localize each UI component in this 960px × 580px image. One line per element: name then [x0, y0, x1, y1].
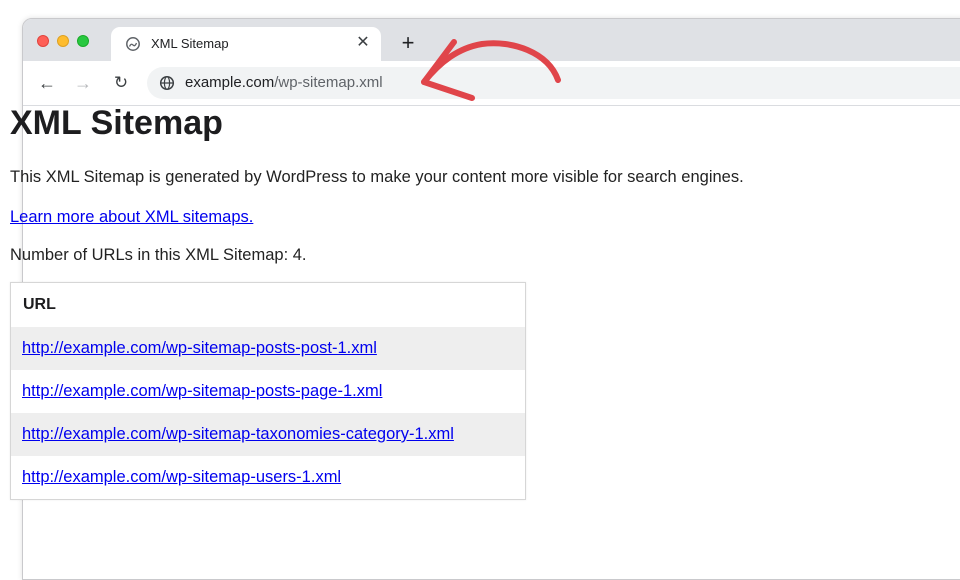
table-row: http://example.com/wp-sitemap-posts-post…: [11, 327, 525, 370]
browser-toolbar: ← → ↻ example.com/wp-sitemap.xml: [23, 61, 960, 106]
table-header-url: URL: [23, 296, 56, 313]
forward-arrow-icon[interactable]: →: [71, 71, 95, 95]
minimize-window-button[interactable]: [57, 35, 69, 47]
sitemap-table: URL http://example.com/wp-sitemap-posts-…: [10, 282, 526, 500]
page-description: This XML Sitemap is generated by WordPre…: [10, 168, 744, 186]
sitemap-link[interactable]: http://example.com/wp-sitemap-posts-page…: [22, 382, 382, 400]
table-row: http://example.com/wp-sitemap-users-1.xm…: [11, 456, 525, 499]
back-arrow-icon[interactable]: ←: [35, 71, 59, 95]
page-title: XML Sitemap: [10, 104, 223, 142]
address-bar[interactable]: example.com/wp-sitemap.xml: [147, 67, 960, 99]
globe-icon: [126, 37, 140, 51]
sitemap-link[interactable]: http://example.com/wp-sitemap-posts-post…: [22, 339, 377, 357]
url-host: example.com: [185, 74, 275, 91]
tab-title: XML Sitemap: [151, 36, 229, 51]
tab-strip: XML Sitemap ✕ +: [23, 19, 960, 61]
close-window-button[interactable]: [37, 35, 49, 47]
table-row: http://example.com/wp-sitemap-posts-page…: [11, 370, 525, 413]
learn-more-link[interactable]: Learn more about XML sitemaps.: [10, 208, 253, 227]
url-count-text: Number of URLs in this XML Sitemap: 4.: [10, 246, 307, 264]
url-path: /wp-sitemap.xml: [274, 74, 383, 91]
url-text[interactable]: example.com/wp-sitemap.xml: [185, 74, 383, 91]
table-row: http://example.com/wp-sitemap-taxonomies…: [11, 413, 525, 456]
tab-xml-sitemap[interactable]: XML Sitemap ✕: [111, 27, 381, 61]
maximize-window-button[interactable]: [77, 35, 89, 47]
sitemap-link[interactable]: http://example.com/wp-sitemap-taxonomies…: [22, 425, 454, 443]
sitemap-link[interactable]: http://example.com/wp-sitemap-users-1.xm…: [22, 468, 341, 486]
new-tab-button[interactable]: +: [397, 32, 419, 55]
reload-icon[interactable]: ↻: [109, 71, 133, 95]
close-tab-icon[interactable]: ✕: [353, 33, 373, 53]
site-info-icon[interactable]: [159, 75, 175, 91]
